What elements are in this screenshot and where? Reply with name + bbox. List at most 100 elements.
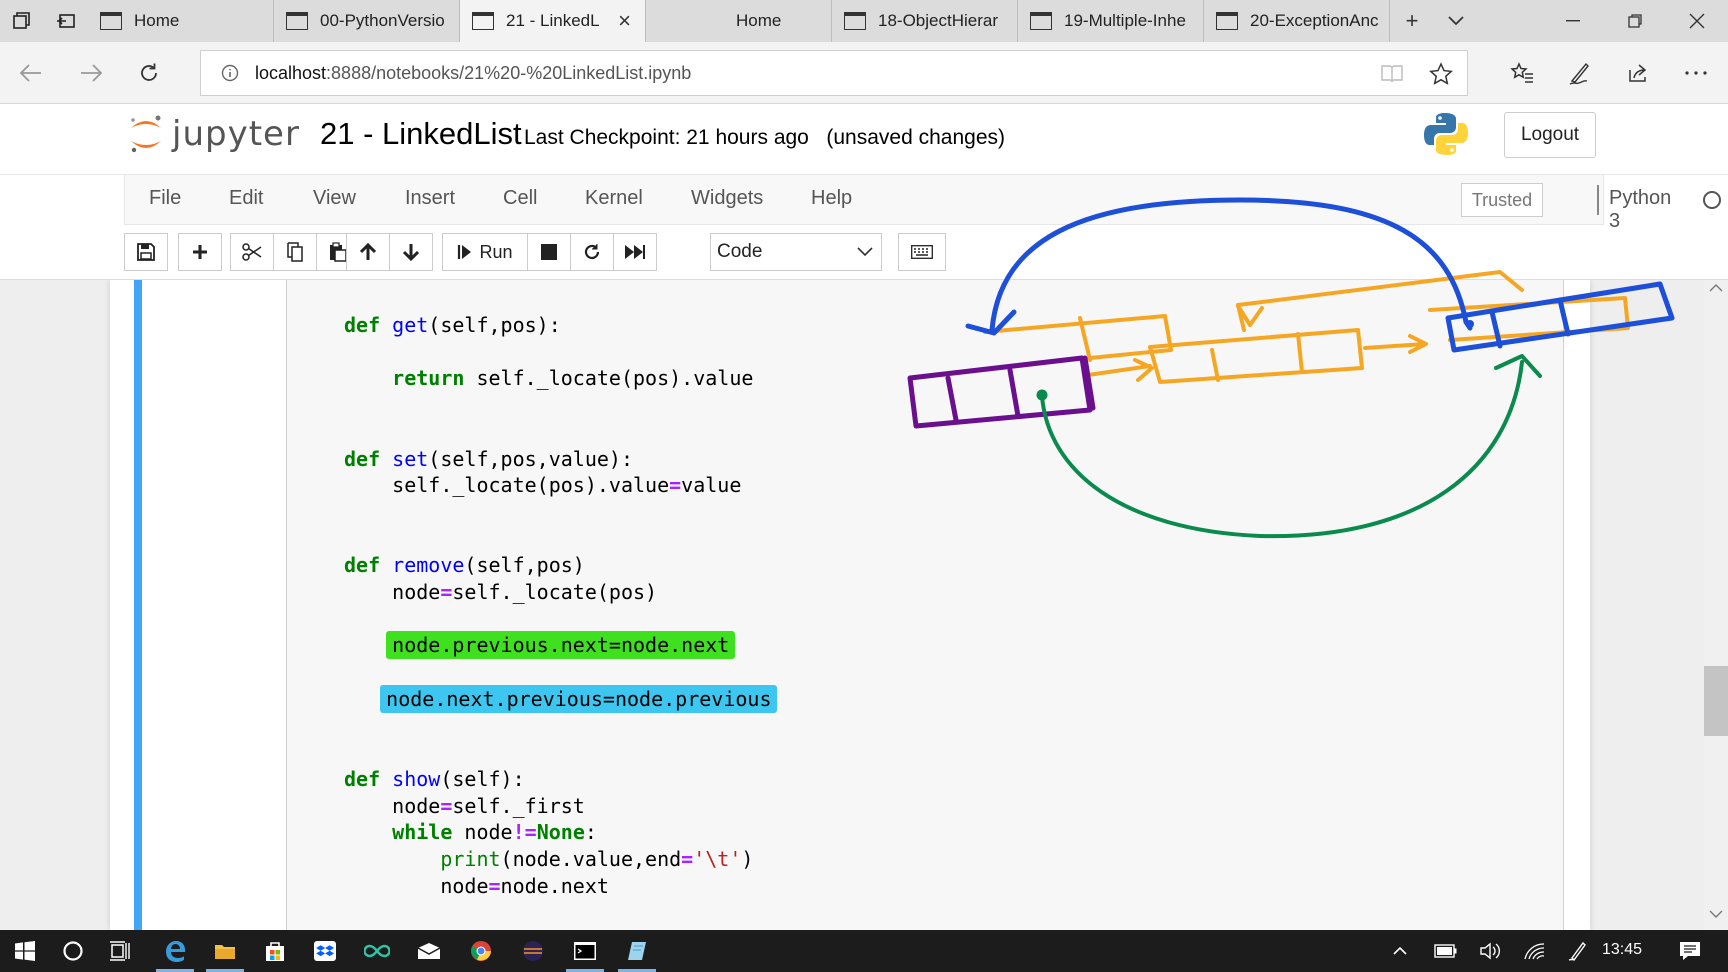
move-down-button[interactable] xyxy=(389,233,433,271)
restart-run-all-button[interactable] xyxy=(613,233,657,271)
wifi-icon[interactable] xyxy=(1516,930,1552,972)
tab-title: 19-Multiple-Inhe xyxy=(1064,11,1186,30)
notebook-title[interactable]: 21 - LinkedList xyxy=(320,116,522,152)
minimize-icon[interactable] xyxy=(1542,0,1604,42)
reading-view-icon[interactable] xyxy=(1381,51,1403,97)
pen-notes-icon[interactable] xyxy=(1562,56,1598,90)
site-info-icon[interactable] xyxy=(215,58,245,88)
action-center-icon[interactable] xyxy=(1666,930,1714,972)
store-icon[interactable] xyxy=(250,930,300,972)
tab-object-hierarchy[interactable]: 18-ObjectHierar xyxy=(832,0,1018,42)
restart-icon xyxy=(584,244,600,260)
menu-help[interactable]: Help xyxy=(811,187,852,210)
tab-home[interactable]: Home xyxy=(88,0,274,42)
share-icon[interactable] xyxy=(1620,56,1656,90)
trusted-indicator[interactable]: Trusted xyxy=(1461,183,1543,217)
command-palette-button[interactable] xyxy=(898,233,946,271)
move-up-button[interactable] xyxy=(346,233,390,271)
refresh-icon[interactable] xyxy=(132,56,166,90)
blue-highlighted-line: node.next.previous=node.previous xyxy=(380,684,778,713)
notebook-scroll-area: def get(self,pos): return self._locate(p… xyxy=(0,280,1728,930)
selected-cell-indicator xyxy=(134,280,142,930)
code-editor[interactable]: def get(self,pos): return self._locate(p… xyxy=(344,312,778,899)
code-line: return self._locate(pos).value xyxy=(392,366,754,391)
checkpoint-text: Last Checkpoint: 21 hours ago xyxy=(524,126,809,149)
scrollbar-track[interactable] xyxy=(1704,280,1728,930)
dropbox-icon[interactable] xyxy=(300,930,350,972)
page-icon xyxy=(472,12,494,30)
tab-preview-chevron-icon[interactable] xyxy=(1434,0,1478,42)
save-button[interactable] xyxy=(124,233,168,271)
logout-button[interactable]: Logout xyxy=(1504,112,1596,158)
terminal-icon[interactable] xyxy=(560,930,610,972)
menu-view[interactable]: View xyxy=(313,187,356,210)
code-line: self._locate(pos).value=value xyxy=(392,473,742,498)
run-label: Run xyxy=(479,241,513,262)
chrome-icon[interactable] xyxy=(456,930,506,972)
fast-forward-icon xyxy=(625,245,645,259)
page-icon xyxy=(1030,12,1052,30)
chevron-down-icon xyxy=(857,244,873,260)
edge-browser-icon[interactable] xyxy=(150,930,200,972)
checkpoint-status: Last Checkpoint: 21 hours ago (unsaved c… xyxy=(524,126,1005,150)
tab-manager-icon[interactable] xyxy=(0,0,44,42)
restart-kernel-button[interactable] xyxy=(570,233,614,271)
tab-linkedlist[interactable]: 21 - LinkedL × xyxy=(460,0,646,42)
interrupt-kernel-button[interactable] xyxy=(527,233,571,271)
menu-insert[interactable]: Insert xyxy=(405,187,455,210)
scrollbar-thumb[interactable] xyxy=(1704,666,1728,736)
windows-taskbar: 13:45 xyxy=(0,930,1728,972)
jupyter-header: jupyter 21 - LinkedList Last Checkpoint:… xyxy=(0,104,1728,174)
code-line: node=node.next xyxy=(440,873,609,898)
menu-widgets[interactable]: Widgets xyxy=(691,187,763,210)
cortana-search-icon[interactable] xyxy=(48,930,98,972)
tab-home-2[interactable]: Home xyxy=(646,0,832,42)
volume-icon[interactable] xyxy=(1472,930,1508,972)
unsaved-indicator: (unsaved changes) xyxy=(826,126,1005,149)
notes-app-icon[interactable] xyxy=(612,930,662,972)
close-tab-icon[interactable]: × xyxy=(618,8,631,34)
menu-edit[interactable]: Edit xyxy=(229,187,263,210)
new-tab-icon[interactable]: + xyxy=(1390,0,1434,42)
set-aside-tabs-icon[interactable] xyxy=(44,0,88,42)
start-windows-icon[interactable] xyxy=(0,930,50,972)
back-arrow-icon[interactable] xyxy=(14,56,48,90)
code-line: def get(self,pos): xyxy=(344,313,561,337)
cut-button[interactable] xyxy=(230,233,274,271)
show-hidden-icons-chevron-icon[interactable] xyxy=(1382,930,1418,972)
restore-icon[interactable] xyxy=(1604,0,1666,42)
jupyter-logo[interactable]: jupyter xyxy=(128,114,300,154)
menu-file[interactable]: File xyxy=(149,187,181,210)
battery-icon[interactable] xyxy=(1428,930,1464,972)
tab-multiple-inheritance[interactable]: 19-Multiple-Inhe xyxy=(1018,0,1204,42)
menu-kernel[interactable]: Kernel xyxy=(585,187,643,210)
copy-button[interactable] xyxy=(273,233,317,271)
tab-exception[interactable]: 20-ExceptionAnc xyxy=(1204,0,1390,42)
infinity-app-icon[interactable] xyxy=(352,930,402,972)
menu-cell[interactable]: Cell xyxy=(503,187,537,210)
eclipse-icon[interactable] xyxy=(508,930,558,972)
close-window-icon[interactable] xyxy=(1666,0,1728,42)
page-icon xyxy=(1216,12,1238,30)
scroll-up-icon[interactable] xyxy=(1704,280,1728,302)
favorites-hub-icon[interactable] xyxy=(1504,56,1540,90)
insert-cell-button[interactable] xyxy=(178,233,222,271)
scroll-down-icon[interactable] xyxy=(1704,906,1728,928)
url-field[interactable]: localhost:8888/notebooks/21%20-%20Linked… xyxy=(200,50,1468,96)
code-line: while node!=None: xyxy=(392,820,597,845)
forward-arrow-icon[interactable] xyxy=(74,56,108,90)
taskbar-clock[interactable]: 13:45 xyxy=(1602,941,1642,959)
run-button[interactable]: Run xyxy=(442,233,528,271)
tab-python-version[interactable]: 00-PythonVersio xyxy=(274,0,460,42)
mail-icon[interactable] xyxy=(404,930,454,972)
kernel-name[interactable]: Python 3 xyxy=(1609,187,1671,233)
code-line: def set(self,pos,value): xyxy=(344,446,633,471)
code-line: node=self._first xyxy=(392,793,585,818)
pen-workspace-icon[interactable] xyxy=(1560,930,1596,972)
task-view-icon[interactable] xyxy=(96,930,146,972)
cell-type-select[interactable]: Code xyxy=(710,233,882,271)
file-explorer-icon[interactable] xyxy=(200,930,250,972)
more-menu-icon[interactable] xyxy=(1678,56,1714,90)
stop-icon xyxy=(541,244,557,260)
favorite-star-icon[interactable] xyxy=(1429,51,1453,97)
